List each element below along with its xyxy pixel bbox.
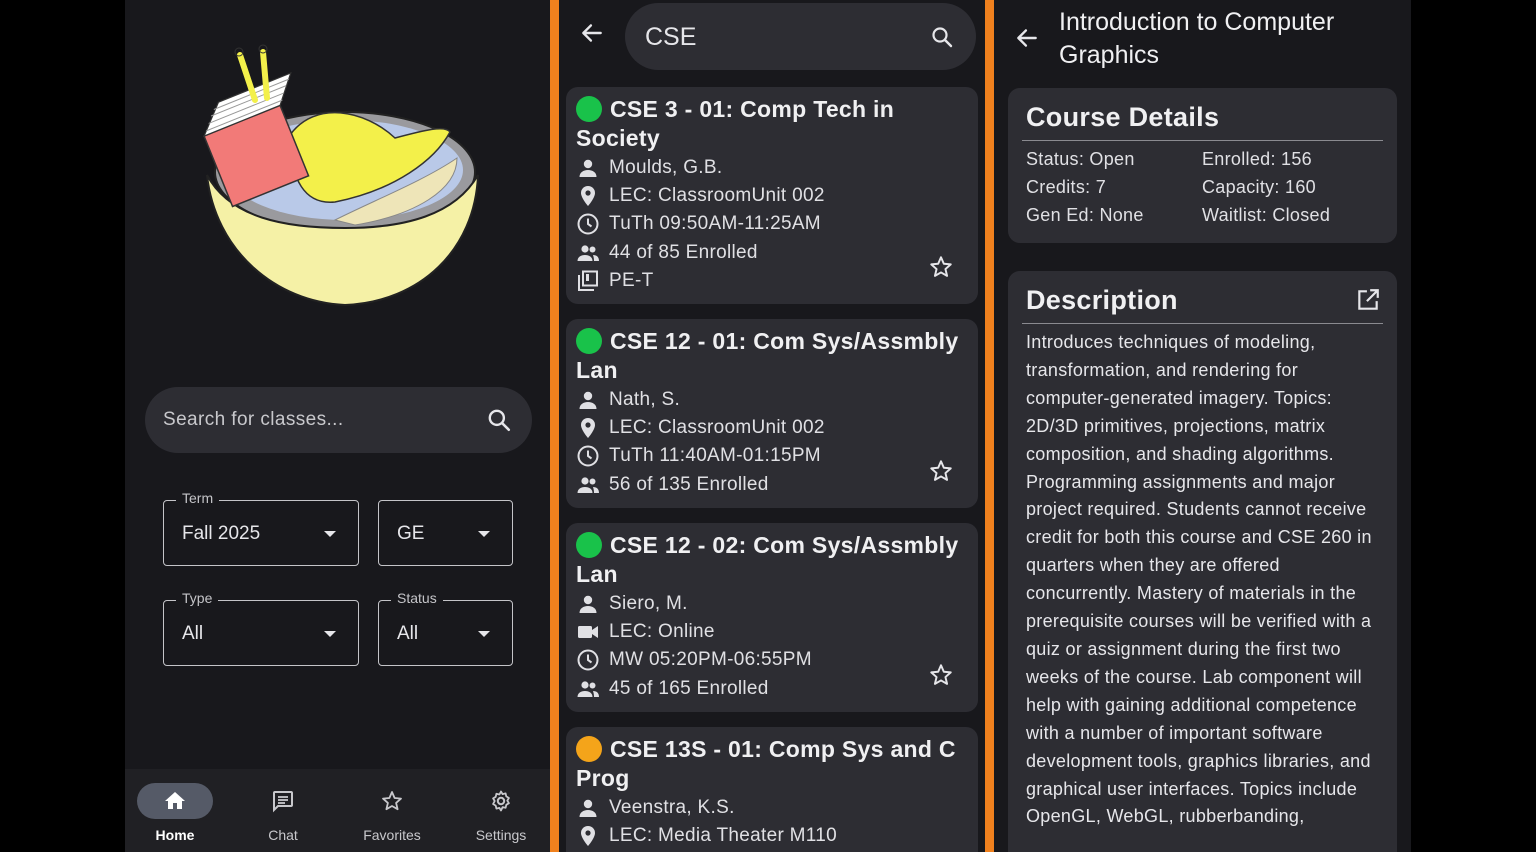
gear-icon (492, 790, 510, 812)
star-icon (382, 791, 402, 811)
description-text: Introduces techniques of modeling, trans… (1026, 332, 1372, 827)
nav-chat-indicator (245, 783, 321, 819)
course-details-card: Course Details Status: Open Credits: 7 G… (1008, 88, 1397, 243)
dropdown-arrow-icon (478, 531, 490, 537)
people-icon (577, 245, 599, 261)
type-value: All (182, 623, 204, 644)
search-query: CSE (645, 23, 697, 51)
divider-right (985, 0, 994, 852)
details-heading: Course Details (1026, 102, 1220, 132)
type-dropdown[interactable]: Type All (163, 590, 359, 666)
search-icon[interactable] (930, 25, 954, 49)
person-icon (579, 799, 597, 817)
nav-chat[interactable]: Chat (233, 783, 333, 849)
clock-icon (577, 445, 599, 467)
status-open-icon (576, 96, 602, 122)
status-waitlist-icon (576, 736, 602, 762)
nav-chat-label: Chat (268, 827, 298, 843)
status-dropdown[interactable]: Status All (378, 590, 513, 666)
clock-icon (577, 213, 599, 235)
nav-favorites-indicator (354, 783, 430, 819)
people-icon (577, 477, 599, 493)
nav-favorites-label: Favorites (363, 827, 421, 843)
enrolled-value: Enrolled: 156 (1202, 149, 1312, 169)
location-pin-icon (581, 418, 595, 438)
home-screen: Search for classes... Term Fall 2025 GE … (125, 0, 550, 852)
chat-icon (273, 791, 293, 813)
course-card[interactable]: CSE 3 - 01: Comp Tech in Society Moulds,… (566, 87, 978, 304)
description-heading: Description (1026, 285, 1178, 315)
back-arrow-icon[interactable] (579, 20, 605, 46)
dropdown-arrow-icon (324, 531, 336, 537)
app-logo (202, 44, 479, 307)
nav-home-indicator (137, 783, 213, 819)
nav-home[interactable]: Home (125, 783, 225, 849)
term-dropdown[interactable]: Term Fall 2025 (163, 490, 359, 566)
people-icon (577, 681, 599, 697)
search-icon[interactable] (486, 407, 512, 433)
course-card[interactable]: CSE 12 - 01: Com Sys/Assmbly Lan Nath, S… (566, 319, 978, 508)
course-title: CSE 3 - 01: Comp Tech in Society (576, 96, 895, 151)
status-open-icon (576, 532, 602, 558)
course-card[interactable]: CSE 13S - 01: Comp Sys and C Prog Veenst… (566, 727, 978, 852)
search-placeholder: Search for classes... (163, 409, 344, 430)
open-external-icon[interactable] (1355, 287, 1381, 313)
library-books-icon (578, 270, 598, 291)
bottom-navigation: Home Chat Favorites Settings (125, 769, 550, 852)
course-title: Introduction to Computer Graphics (1059, 8, 1335, 69)
term-label: Term (176, 490, 220, 506)
ge-dropdown[interactable]: GE (378, 500, 513, 566)
location-pin-icon (581, 186, 595, 206)
favorite-star-icon[interactable] (928, 662, 954, 688)
course-card[interactable]: CSE 12 - 02: Com Sys/Assmbly Lan Siero, … (566, 523, 978, 712)
favorite-star-icon[interactable] (928, 458, 954, 484)
person-icon (579, 595, 597, 613)
type-label: Type (176, 590, 219, 606)
status-value: Status: Open (1026, 149, 1135, 169)
capacity-value: Capacity: 160 (1202, 177, 1316, 197)
person-icon (579, 391, 597, 409)
course-title: CSE 12 - 02: Com Sys/Assmbly Lan (576, 532, 959, 587)
status-open-icon (576, 328, 602, 354)
course-detail-screen: Introduction to Computer Graphics Course… (994, 0, 1411, 852)
results-search-input[interactable]: CSE (625, 3, 976, 70)
details-divider (1022, 140, 1383, 141)
description-card: Description Introduces techniques of mod… (1008, 271, 1397, 852)
class-search-bar[interactable]: Search for classes... (145, 387, 532, 453)
divider-left (550, 0, 559, 852)
status-label: Status (391, 590, 443, 606)
nav-favorites[interactable]: Favorites (342, 783, 442, 849)
waitlist-value: Waitlist: Closed (1202, 205, 1331, 225)
description-divider (1022, 323, 1383, 324)
course-title: CSE 13S - 01: Comp Sys and C Prog (576, 736, 956, 791)
search-results-screen: CSE CSE 3 - 01: Comp Tech in Society Mou… (559, 0, 985, 852)
credits-value: Credits: 7 (1026, 177, 1107, 197)
term-value: Fall 2025 (182, 523, 261, 544)
dropdown-arrow-icon (324, 631, 336, 637)
location-pin-icon (581, 826, 595, 846)
course-title: CSE 12 - 01: Com Sys/Assmbly Lan (576, 328, 959, 383)
ge-value: GE (397, 523, 425, 544)
video-camera-icon (578, 626, 598, 638)
nav-settings[interactable]: Settings (451, 783, 551, 849)
home-icon (165, 792, 185, 809)
clock-icon (577, 649, 599, 671)
gen-ed-value: Gen Ed: None (1026, 205, 1144, 225)
nav-home-label: Home (155, 827, 195, 843)
nav-settings-indicator (463, 783, 539, 819)
nav-settings-label: Settings (475, 827, 527, 843)
dropdown-arrow-icon (478, 631, 490, 637)
person-icon (579, 159, 597, 177)
back-arrow-icon[interactable] (1014, 25, 1040, 51)
status-value: All (397, 623, 419, 644)
favorite-star-icon[interactable] (928, 254, 954, 280)
